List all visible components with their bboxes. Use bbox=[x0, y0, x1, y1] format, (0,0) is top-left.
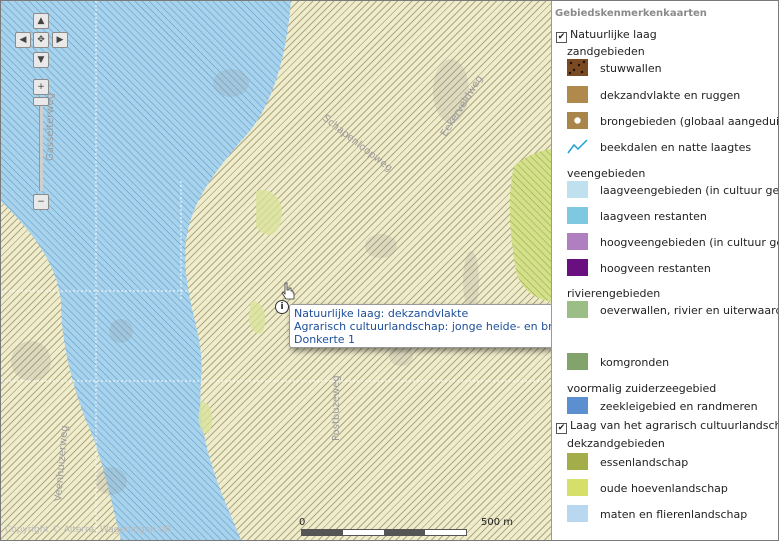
legend-item-label: dekzandvlakte en ruggen bbox=[600, 89, 741, 102]
legend-swatch bbox=[567, 301, 588, 318]
pan-center-button[interactable]: ✥ bbox=[33, 32, 49, 48]
legend-item-label: essenlandschap bbox=[600, 456, 689, 469]
pan-down-button[interactable]: ▼ bbox=[33, 52, 49, 68]
zoom-in-button[interactable]: + bbox=[33, 79, 49, 95]
layer-checkbox[interactable]: ✔ bbox=[556, 423, 567, 434]
legend-swatch bbox=[567, 207, 588, 224]
legend-item-label: laagveen restanten bbox=[600, 210, 707, 223]
legend-swatch bbox=[567, 181, 588, 198]
pan-left-button[interactable]: ◀ bbox=[15, 32, 31, 48]
map-application: Schapenloopweg Eekerveldweg Postbuzeweg … bbox=[0, 0, 779, 541]
legend-swatch bbox=[567, 397, 588, 414]
stuwwal-pattern-icon bbox=[567, 59, 588, 76]
green-strip bbox=[509, 149, 551, 301]
map-view[interactable]: Schapenloopweg Eekerveldweg Postbuzeweg … bbox=[1, 1, 551, 540]
legend-group-heading: rivierengebieden bbox=[567, 287, 661, 300]
green-patch bbox=[256, 190, 282, 235]
legend-item-label: stuwwallen bbox=[600, 62, 662, 75]
feature-info-tooltip: Natuurlijke laag: dekzandvlakte Agrarisc… bbox=[289, 304, 551, 348]
layer-checkbox[interactable]: ✔ bbox=[556, 32, 567, 43]
legend-item-label: brongebieden (globaal aangeduid) bbox=[600, 115, 779, 128]
legend-swatch bbox=[567, 353, 588, 370]
layer-label: Natuurlijke laag bbox=[570, 28, 657, 41]
layer-label: Laag van het agrarisch cultuurlandschap bbox=[570, 419, 779, 432]
legend-item-label: hoogveengebieden (in cultuur gebracht) bbox=[600, 236, 778, 249]
legend-swatch bbox=[567, 233, 588, 250]
spring-dot-icon bbox=[567, 112, 588, 129]
legend-swatch bbox=[567, 479, 588, 496]
legend-swatch bbox=[567, 86, 588, 103]
map-canvas bbox=[1, 1, 551, 540]
pan-right-button[interactable]: ▶ bbox=[52, 32, 68, 48]
legend-title: Gebiedskenmerkenkaarten bbox=[555, 8, 707, 19]
scale-bar-graphic bbox=[301, 529, 467, 536]
tooltip-line: Natuurlijke laag: dekzandvlakte bbox=[294, 307, 469, 320]
hand-cursor-icon bbox=[281, 282, 295, 300]
legend-group-heading: voormalig zuiderzeegebied bbox=[567, 382, 717, 395]
legend-item-label: hoogveen restanten bbox=[600, 262, 711, 275]
legend-swatch bbox=[567, 505, 588, 522]
layer-toggle[interactable]: ✔ Laag van het agrarisch cultuurlandschap bbox=[556, 419, 779, 434]
tooltip-line: Agrarisch cultuurlandschap: jonge heide-… bbox=[294, 320, 551, 333]
zoom-slider-handle[interactable] bbox=[33, 97, 49, 106]
layer-toggle[interactable]: ✔ Natuurlijke laag bbox=[556, 28, 657, 43]
legend-group-heading: zandgebieden bbox=[567, 45, 645, 58]
legend-item-label: beekdalen en natte laagtes bbox=[600, 141, 752, 154]
legend-item-label: maten en flierenlandschap bbox=[600, 508, 748, 521]
scale-end-label: 500 m bbox=[481, 517, 514, 528]
tooltip-line: Donkerte 1 bbox=[294, 333, 356, 346]
legend-item-label: oeverwallen, rivier en uiterwaarden bbox=[600, 304, 779, 317]
zoom-slider-track[interactable] bbox=[39, 99, 43, 191]
legend-group-heading: dekzandgebieden bbox=[567, 437, 665, 450]
legend-panel[interactable]: Gebiedskenmerkenkaarten ✔ Natuurlijke laa… bbox=[551, 1, 779, 540]
stream-line-icon bbox=[567, 138, 588, 155]
legend-swatch bbox=[567, 453, 588, 470]
green-patch bbox=[248, 301, 266, 334]
legend-item-label: komgronden bbox=[600, 356, 670, 369]
info-icon: i bbox=[275, 300, 289, 314]
legend-group-heading: veengebieden bbox=[567, 167, 646, 180]
legend-item-label: laagveengebieden (in cultuur gebracht) bbox=[600, 184, 779, 197]
zoom-out-button[interactable]: − bbox=[33, 194, 49, 210]
pan-up-button[interactable]: ▲ bbox=[33, 13, 49, 29]
scale-start-label: 0 bbox=[299, 517, 306, 528]
copyright-text: Copyright © Alterra, Wageningen UR bbox=[5, 525, 172, 535]
legend-swatch bbox=[567, 259, 588, 276]
road-label: Postbuzeweg bbox=[331, 375, 342, 441]
legend-item-label: oude hoevenlandschap bbox=[600, 482, 728, 495]
legend-item-label: zeekleigebied en randmeren bbox=[600, 400, 758, 413]
